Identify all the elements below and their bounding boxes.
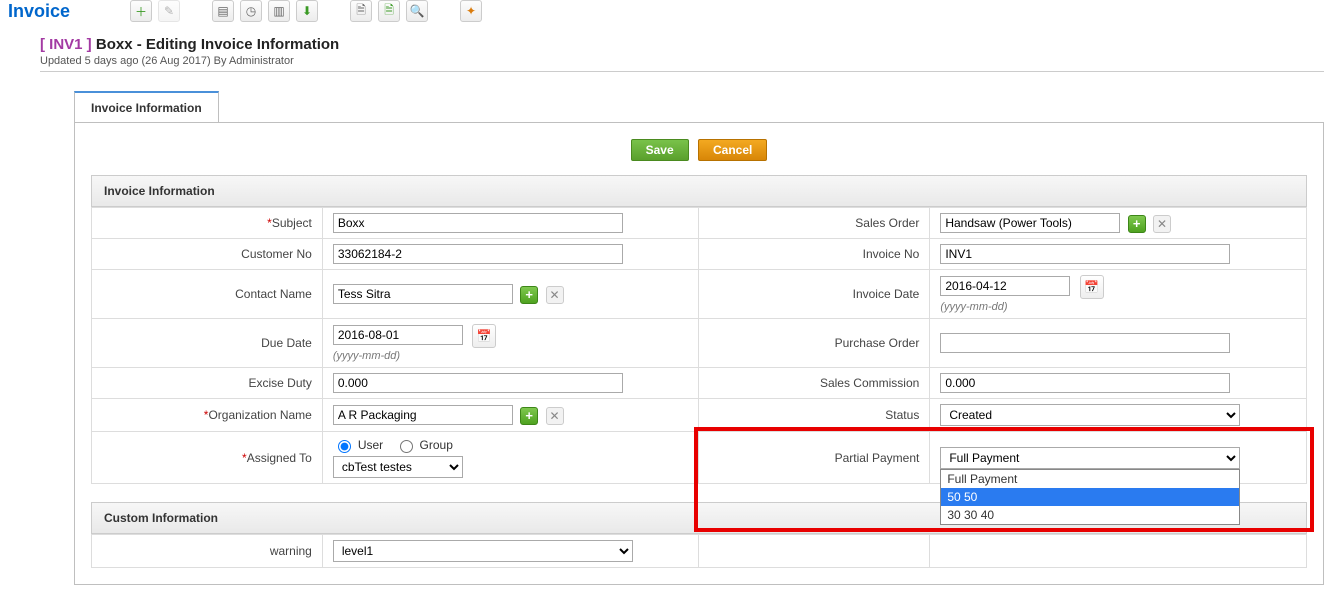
assigned-type-group-radio[interactable] [400, 440, 413, 453]
doc-icon[interactable]: 🗎 [350, 0, 372, 22]
customer-no-input[interactable] [333, 244, 623, 264]
label-contact-name: Contact Name [235, 287, 312, 301]
dropdown-option[interactable]: 30 30 40 [941, 506, 1239, 524]
label-due-date: Due Date [261, 336, 312, 350]
label-assigned-to: Assigned To [247, 451, 312, 465]
label-customer-no: Customer No [241, 247, 312, 261]
clear-icon[interactable]: ✕ [546, 407, 564, 425]
label-partial-payment: Partial Payment [835, 451, 920, 465]
date-format-hint: (yyyy-mm-dd) [333, 350, 689, 362]
partial-payment-dropdown[interactable]: Full Payment50 5030 30 40 [940, 469, 1240, 525]
edit-icon[interactable]: ✎ [158, 0, 180, 22]
dropdown-option[interactable]: Full Payment [941, 470, 1239, 488]
calendar-icon[interactable]: 📅 [1080, 275, 1104, 299]
label-subject: Subject [272, 216, 312, 230]
label-excise-duty: Excise Duty [248, 376, 311, 390]
add-icon[interactable]: + [520, 407, 538, 425]
record-meta: Updated 5 days ago (26 Aug 2017) By Admi… [40, 55, 1324, 72]
partial-payment-select[interactable]: Full Payment [940, 447, 1240, 469]
label-warning: warning [270, 544, 312, 558]
excise-duty-input[interactable] [333, 373, 623, 393]
clear-icon[interactable]: ✕ [546, 286, 564, 304]
status-select[interactable]: Created [940, 404, 1240, 426]
add-icon[interactable]: + [520, 286, 538, 304]
sales-commission-input[interactable] [940, 373, 1230, 393]
record-header: [ INV1 ] Boxx - Editing Invoice Informat… [40, 36, 1324, 53]
label-org-name: Organization Name [208, 408, 311, 422]
download-icon[interactable]: ⬇ [296, 0, 318, 22]
label-invoice-no: Invoice No [863, 247, 920, 261]
label-sales-order: Sales Order [855, 216, 919, 230]
date-format-hint: (yyyy-mm-dd) [940, 301, 1296, 313]
assigned-type-user-label: User [358, 438, 383, 452]
purchase-order-input[interactable] [940, 333, 1230, 353]
sales-order-input[interactable] [940, 213, 1120, 233]
clock-icon[interactable]: ◷ [240, 0, 262, 22]
add-icon[interactable]: ＋ [130, 0, 152, 22]
due-date-input[interactable] [333, 325, 463, 345]
add-icon[interactable]: + [1128, 215, 1146, 233]
tab-invoice-information[interactable]: Invoice Information [74, 91, 219, 123]
custom-info-table: warning level1 [91, 534, 1307, 568]
tools-icon[interactable]: ✦ [460, 0, 482, 22]
toolbar: ＋ ✎ ▤ ◷ ▥ ⬇ 🗎 🗎 🔍 ✦ [130, 0, 482, 22]
form-panel: Save Cancel Invoice Information *Subject… [74, 122, 1324, 585]
subject-input[interactable] [333, 213, 623, 233]
label-sales-commission: Sales Commission [820, 376, 919, 390]
org-name-input[interactable] [333, 405, 513, 425]
contact-name-input[interactable] [333, 284, 513, 304]
clear-icon[interactable]: ✕ [1153, 215, 1171, 233]
list-icon[interactable]: ▤ [212, 0, 234, 22]
label-invoice-date: Invoice Date [853, 287, 920, 301]
cancel-button[interactable]: Cancel [698, 139, 767, 161]
page-title[interactable]: Invoice [8, 1, 70, 22]
record-code: [ INV1 ] [40, 36, 92, 53]
label-status: Status [885, 408, 919, 422]
label-purchase-order: Purchase Order [835, 336, 920, 350]
doc-add-icon[interactable]: 🗎 [378, 0, 400, 22]
invoice-no-input[interactable] [940, 244, 1230, 264]
calendar-icon[interactable]: 📅 [472, 324, 496, 348]
warning-select[interactable]: level1 [333, 540, 633, 562]
calc-icon[interactable]: ▥ [268, 0, 290, 22]
invoice-info-table: *Subject Sales Order + ✕ Customer No Inv… [91, 207, 1307, 484]
record-title: Boxx - Editing Invoice Information [96, 36, 339, 53]
save-button[interactable]: Save [631, 139, 689, 161]
assigned-to-select[interactable]: cbTest testes [333, 456, 463, 478]
assigned-type-group-label: Group [420, 438, 453, 452]
assigned-type-user-radio[interactable] [338, 440, 351, 453]
section-invoice-info: Invoice Information [91, 175, 1307, 207]
dropdown-option[interactable]: 50 50 [941, 488, 1239, 506]
search-doc-icon[interactable]: 🔍 [406, 0, 428, 22]
invoice-date-input[interactable] [940, 276, 1070, 296]
